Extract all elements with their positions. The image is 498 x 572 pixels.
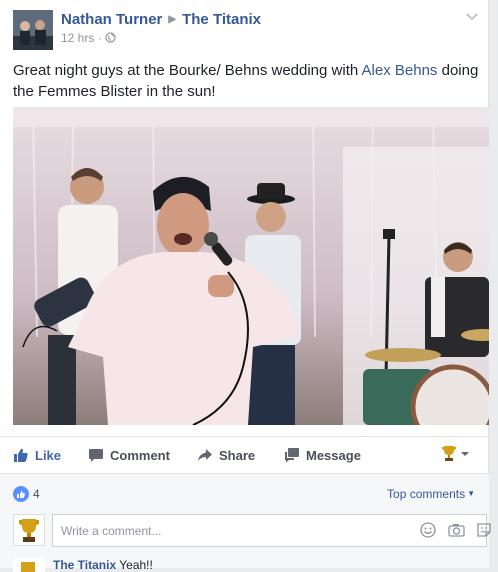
comment-sort-label: Top comments [387, 487, 466, 501]
trophy-icon [442, 446, 456, 461]
camera-icon[interactable] [448, 522, 465, 541]
post-actions-bar: Like Comment Share Message [0, 436, 489, 474]
mention-link[interactable]: Alex Behns [362, 62, 438, 79]
share-label: Share [219, 448, 256, 463]
comments-section: 4 Top comments ▼ Write a comment... The … [0, 474, 491, 572]
comment-icon [89, 449, 103, 462]
author-avatar[interactable] [13, 10, 53, 50]
post-card: Nathan Turner ▶ The Titanix 12 hrs · Great… [0, 0, 491, 572]
like-badge-icon [13, 486, 29, 502]
comment-item: The Titanix Yeah!! [13, 558, 483, 572]
emoji-icon[interactable] [420, 522, 436, 541]
author-name[interactable]: Nathan Turner [61, 11, 162, 28]
chevron-down-icon[interactable] [465, 10, 479, 24]
comment-placeholder: Write a comment... [61, 524, 162, 538]
comment-button[interactable]: Comment [88, 447, 170, 463]
post-meta: 12 hrs · [61, 31, 116, 45]
thumbs-up-icon [14, 448, 28, 462]
comment-input[interactable]: Write a comment... [52, 514, 491, 547]
share-button[interactable]: Share [197, 447, 255, 463]
trophy-icon [19, 519, 39, 542]
post-header: Nathan Turner ▶ The Titanix 12 hrs · [13, 8, 483, 50]
comment-composer: Write a comment... [13, 514, 491, 548]
page-voice-selector[interactable] [441, 445, 471, 468]
commenter-avatar[interactable] [13, 558, 45, 572]
author-line: Nathan Turner ▶ The Titanix [61, 11, 261, 28]
comment-text: Yeah!! [119, 558, 153, 572]
target-page-name[interactable]: The Titanix [182, 11, 261, 28]
message-button[interactable]: Message [284, 447, 361, 463]
meta-separator: · [97, 31, 102, 45]
comment-label: Comment [110, 448, 170, 463]
message-icon [285, 448, 299, 463]
reaction-summary[interactable]: 4 [13, 486, 40, 502]
composer-avatar [13, 514, 45, 546]
post-text-start: Great night guys at the Bourke/ Behns we… [13, 62, 362, 79]
post-body: Great night guys at the Bourke/ Behns we… [13, 60, 483, 102]
trophy-icon [21, 562, 35, 572]
commenter-name[interactable]: The Titanix [53, 558, 116, 572]
composer-tools [412, 522, 492, 541]
reaction-count: 4 [33, 487, 40, 501]
arrow-right-icon: ▶ [168, 14, 177, 25]
globe-icon [105, 31, 116, 45]
message-label: Message [306, 448, 361, 463]
like-button[interactable]: Like [13, 447, 61, 463]
like-label: Like [35, 448, 62, 463]
caret-down-icon [461, 452, 469, 456]
caret-down-icon: ▼ [467, 489, 475, 498]
share-arrow-icon [198, 449, 212, 461]
post-timestamp[interactable]: 12 hrs [61, 31, 94, 45]
comment-sort-dropdown[interactable]: Top comments ▼ [387, 487, 475, 501]
post-photo[interactable] [13, 107, 489, 425]
sticker-icon[interactable] [476, 522, 492, 541]
